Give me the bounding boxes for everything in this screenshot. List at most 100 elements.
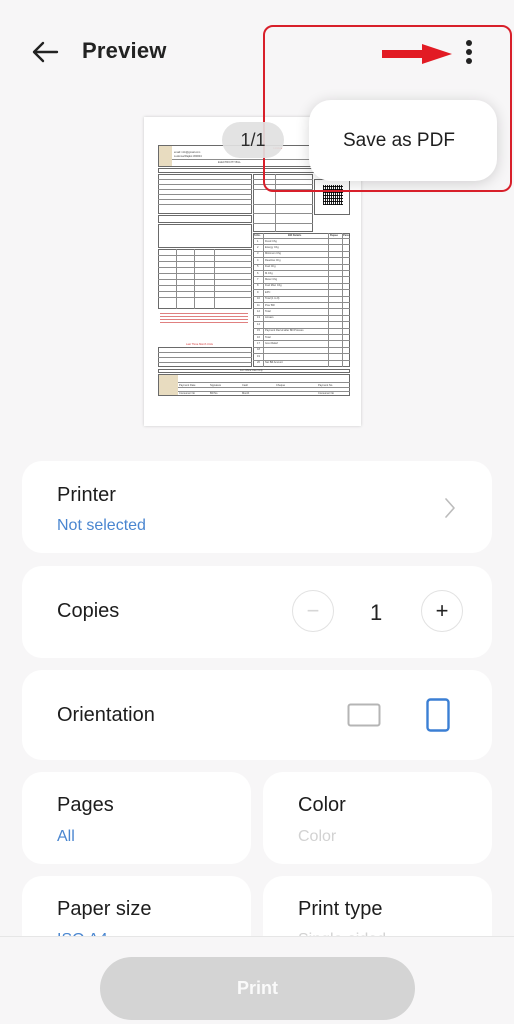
doc-logo (159, 146, 172, 166)
doc-office-use: For Office Use Only (240, 369, 263, 372)
doc-line (253, 184, 313, 185)
doc-footer-col: Consumer No (318, 392, 335, 395)
increment-copies-button[interactable]: + (421, 590, 463, 632)
doc-bill-row-line (253, 289, 350, 290)
doc-line (253, 179, 313, 180)
doc-bill-row-no: 6 (257, 271, 259, 275)
doc-bill-row-label: Arrears (265, 316, 274, 320)
decrement-copies-button[interactable]: − (292, 590, 334, 632)
doc-bill-row-label: Fuel Chg (265, 265, 276, 269)
doc-bill-row-label: Energy Chg (265, 245, 279, 249)
doc-bill-row-label: Fixed Chg (265, 239, 277, 243)
doc-vline (194, 249, 195, 309)
color-label: Color (298, 794, 346, 816)
doc-footer-col: Signature (210, 384, 222, 387)
back-button[interactable] (28, 36, 62, 68)
arrow-left-icon (32, 41, 59, 63)
doc-line (158, 179, 252, 180)
doc-line (158, 267, 252, 268)
doc-bill-row-line (253, 321, 350, 322)
doc-bill-header: Paisa (343, 234, 350, 237)
doc-bill-row-label: EPC (265, 290, 271, 294)
doc-bill-row-no: 4 (257, 258, 259, 262)
doc-line (158, 352, 252, 353)
doc-bill-row-no: 12 (257, 309, 260, 313)
doc-bill-row-line (253, 340, 350, 341)
pages-label: Pages (57, 794, 114, 816)
doc-line (253, 223, 313, 224)
doc-bill-row-line (253, 334, 350, 335)
portrait-orientation-icon[interactable] (426, 698, 450, 732)
printer-row[interactable]: Printer Not selected (22, 461, 492, 553)
doc-bill-header: Bill Details (288, 234, 302, 237)
doc-line (253, 213, 313, 214)
doc-line (158, 194, 252, 195)
doc-bill-row-label: Meter Chg (265, 277, 278, 281)
doc-line (158, 285, 252, 286)
pages-row[interactable]: Pages All (22, 772, 251, 864)
doc-bill-row-label: Govt Relief (265, 341, 278, 345)
more-options-button[interactable] (456, 36, 482, 68)
doc-footer-col: Payment No (318, 384, 333, 387)
doc-line (158, 273, 252, 274)
doc-bill-row-label: Net Bill Amount (265, 361, 283, 365)
doc-bill-row-no: 1 (257, 239, 259, 243)
doc-bill-row-line (253, 353, 350, 354)
doc-bill-title: ELECTRICITY BILL (218, 161, 241, 164)
app-header: Preview (0, 0, 514, 100)
doc-bill-row-no: 16 (257, 335, 260, 339)
doc-vline (176, 249, 177, 309)
doc-bill-row-label: Total (1 to 9) (265, 297, 280, 301)
minus-icon: − (306, 598, 320, 623)
save-as-pdf-menu-item[interactable]: Save as PDF (343, 130, 455, 152)
doc-bill-row-label: Minimum Chg (265, 252, 281, 256)
doc-block (158, 224, 252, 248)
doc-email: email: info@gmail.com (174, 151, 201, 154)
doc-bill-row-label: Fuel Misc Chg (265, 284, 282, 288)
doc-bill-row-line (253, 346, 350, 348)
doc-line (158, 362, 252, 363)
qr-code (323, 185, 343, 205)
doc-bill-header: S.No. (254, 234, 261, 237)
color-row[interactable]: Color Color (263, 772, 492, 864)
doc-line (158, 204, 252, 205)
printer-value: Not selected (57, 517, 146, 534)
doc-bill-row-label: Total (265, 309, 271, 313)
doc-bill-row-no: 7 (257, 277, 259, 281)
overflow-menu: Save as PDF (309, 100, 497, 181)
doc-bill-row-label: Reactive Chg (265, 258, 281, 262)
doc-line (178, 382, 350, 383)
more-dot (466, 49, 472, 55)
doc-note (160, 319, 248, 320)
doc-bill-row-no: 9 (257, 290, 259, 294)
doc-line (158, 255, 252, 256)
doc-note (160, 316, 248, 317)
doc-line (158, 261, 252, 262)
doc-bill-row-line (253, 302, 350, 303)
doc-bill-row-no: 5 (257, 265, 259, 269)
doc-footer-col: Bill No (210, 392, 218, 395)
doc-bill-row-line (253, 244, 350, 245)
page-title: Preview (82, 38, 167, 63)
doc-line (158, 189, 252, 190)
print-type-label: Print type (298, 898, 383, 920)
doc-bill-row-no: 8 (257, 284, 259, 288)
doc-bill-row-label: Prev Bill (265, 303, 275, 307)
doc-bill-row-no: 17 (257, 341, 260, 345)
print-button[interactable]: Print (100, 957, 415, 1020)
landscape-orientation-icon[interactable] (347, 703, 381, 727)
chevron-right-icon (445, 498, 455, 518)
doc-line (178, 387, 350, 388)
doc-vline (214, 249, 215, 309)
doc-bill-row-label: M.Chg (265, 271, 273, 275)
plus-icon: + (435, 598, 449, 623)
doc-bill-row-line (253, 276, 350, 277)
doc-line (158, 279, 252, 280)
orientation-row: Orientation (22, 670, 492, 760)
doc-bill-row-no: 13 (257, 316, 260, 320)
doc-bill-row-line (253, 257, 350, 258)
doc-note (160, 313, 248, 314)
doc-bill-row-no: 10 (257, 297, 260, 301)
doc-bill-row-line (253, 238, 350, 239)
copies-label: Copies (57, 600, 120, 622)
